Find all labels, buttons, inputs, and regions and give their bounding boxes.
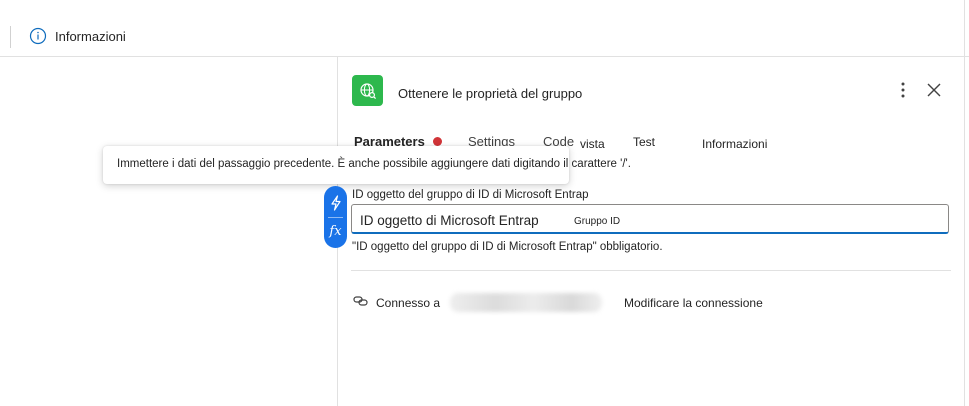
dynamic-content-tooltip: Immettere i dati del passaggio precedent… [103, 146, 631, 184]
tab-info[interactable]: Informazioni [702, 137, 767, 151]
required-indicator [433, 137, 442, 146]
fx-icon[interactable]: fx [324, 220, 347, 242]
info-icon[interactable] [29, 27, 47, 45]
group-id-input[interactable]: ID oggetto di Microsoft Entrap Gruppo ID [351, 204, 949, 234]
info-button-label[interactable]: Informazioni [55, 29, 126, 44]
tab-test[interactable]: Test [633, 135, 655, 149]
required-error-message: "ID oggetto del gruppo di ID di Microsof… [352, 241, 663, 253]
lightning-icon[interactable] [324, 192, 347, 214]
group-id-field-label: ID oggetto del gruppo di ID di Microsoft… [352, 189, 589, 201]
tab-code-view-label[interactable]: vista [580, 137, 605, 151]
panel-right-edge [964, 0, 965, 406]
panel-title: Ottenere le proprietà del gruppo [398, 86, 583, 101]
globe-search-icon [352, 75, 383, 106]
more-vertical-icon[interactable] [894, 80, 912, 100]
link-icon [353, 294, 369, 308]
connection-label: Connesso a [376, 296, 441, 310]
toolbar-divider [10, 26, 11, 48]
group-id-token[interactable]: Gruppo ID [574, 216, 620, 227]
connection-account-redacted [450, 293, 602, 312]
group-id-input-value[interactable]: ID oggetto di Microsoft Entrap [360, 213, 539, 228]
pill-separator [328, 217, 343, 218]
change-connection-link[interactable]: Modificare la connessione [624, 296, 763, 310]
section-divider [351, 270, 951, 271]
top-toolbar: Informazioni [0, 0, 969, 57]
close-icon[interactable] [926, 82, 942, 98]
insert-data-pill: fx [324, 186, 347, 248]
tooltip-text: Immettere i dati del passaggio precedent… [117, 158, 631, 170]
